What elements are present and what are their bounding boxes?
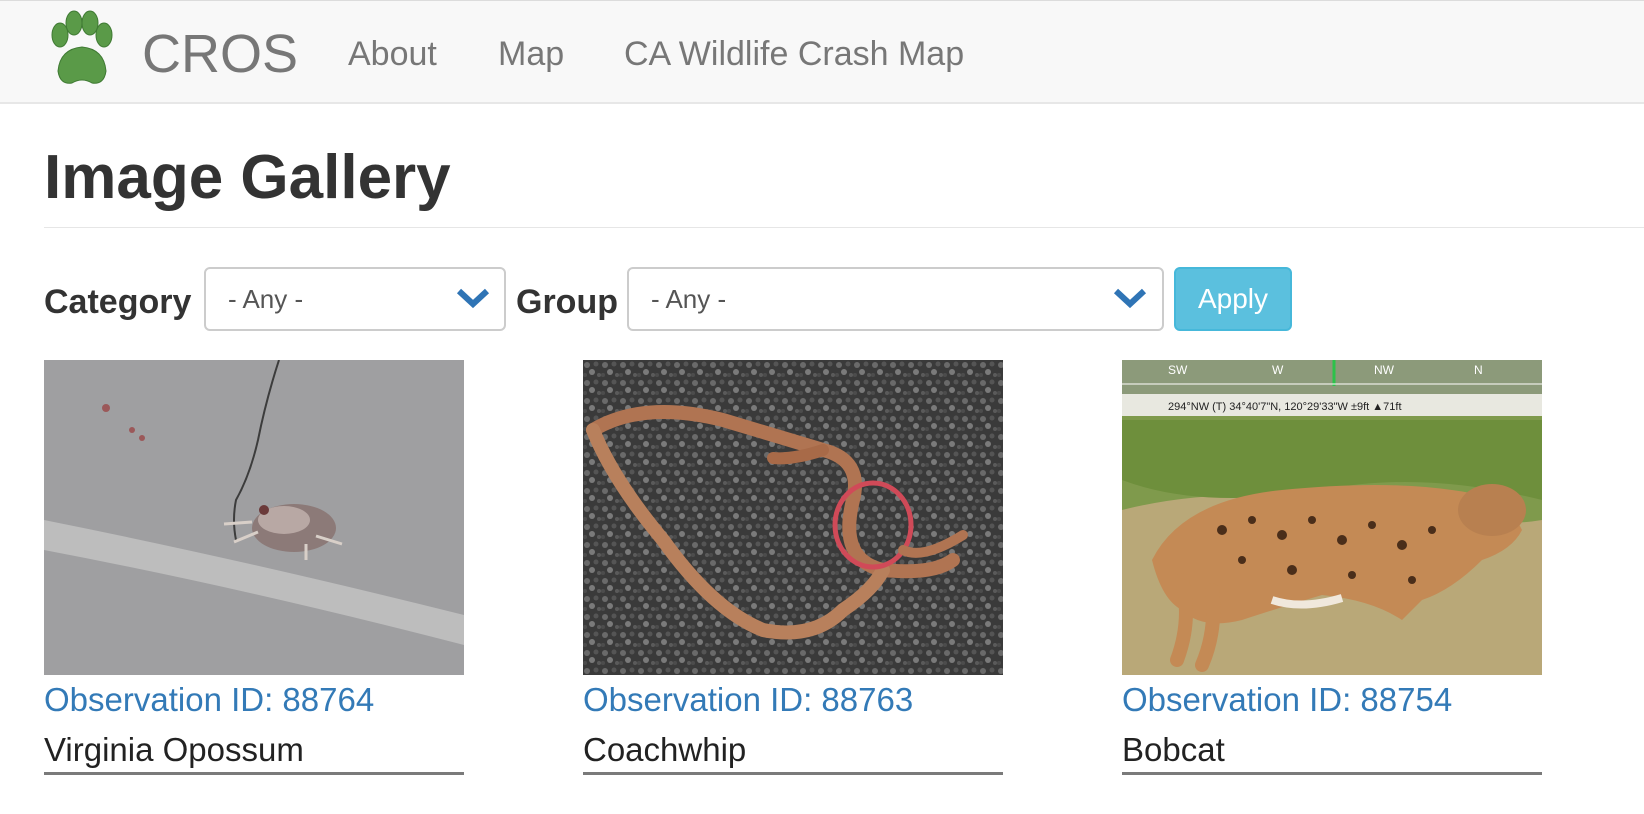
species-name: Bobcat — [1122, 731, 1225, 768]
next-photo-edge — [44, 772, 464, 775]
compass-heading-nw: NW — [1374, 363, 1395, 377]
observation-id-link[interactable]: Observation ID: 88763 — [583, 680, 913, 720]
gallery-card: SW W NW N 294°NW (T) 34°40'7"N, 120°29'3… — [1122, 360, 1562, 814]
observation-id-link[interactable]: Observation ID: 88754 — [1122, 680, 1452, 720]
gallery-card: Observation ID: 88763 Coachwhip — [583, 360, 1023, 814]
paw-print-icon[interactable] — [46, 9, 116, 89]
next-photo-edge — [1122, 772, 1542, 775]
group-select[interactable]: - Any - — [627, 267, 1164, 331]
group-label: Group — [516, 283, 618, 321]
compass-heading-sw: SW — [1168, 363, 1188, 377]
page-title: Image Gallery — [44, 143, 451, 212]
nav-link-map[interactable]: Map — [498, 33, 564, 75]
chevron-down-icon — [1113, 288, 1147, 309]
apply-button[interactable]: Apply — [1174, 267, 1292, 331]
navbar: CROS About Map CA Wildlife Crash Map — [0, 0, 1644, 104]
observation-photo[interactable] — [44, 360, 464, 675]
gallery-card: Observation ID: 88764 Virginia Opossum — [44, 360, 484, 814]
category-select-value: - Any - — [228, 284, 304, 314]
observation-id-link[interactable]: Observation ID: 88764 — [44, 680, 374, 720]
nav-link-about[interactable]: About — [348, 33, 437, 75]
brand-link[interactable]: CROS — [142, 23, 298, 85]
title-divider — [44, 227, 1644, 228]
next-photo-edge — [583, 772, 1003, 775]
observation-photo[interactable] — [583, 360, 1003, 675]
compass-heading-n: N — [1474, 363, 1483, 377]
compass-heading-w: W — [1272, 363, 1284, 377]
group-select-value: - Any - — [651, 284, 727, 314]
gps-readout: 294°NW (T) 34°40'7"N, 120°29'33"W ±9ft ▲… — [1168, 401, 1402, 413]
nav-link-crash-map[interactable]: CA Wildlife Crash Map — [624, 33, 964, 75]
species-name: Virginia Opossum — [44, 731, 304, 768]
species-name: Coachwhip — [583, 731, 747, 768]
chevron-down-icon — [456, 288, 490, 309]
category-select[interactable]: - Any - — [204, 267, 506, 331]
observation-photo[interactable]: SW W NW N 294°NW (T) 34°40'7"N, 120°29'3… — [1122, 360, 1542, 675]
category-label: Category — [44, 283, 192, 321]
